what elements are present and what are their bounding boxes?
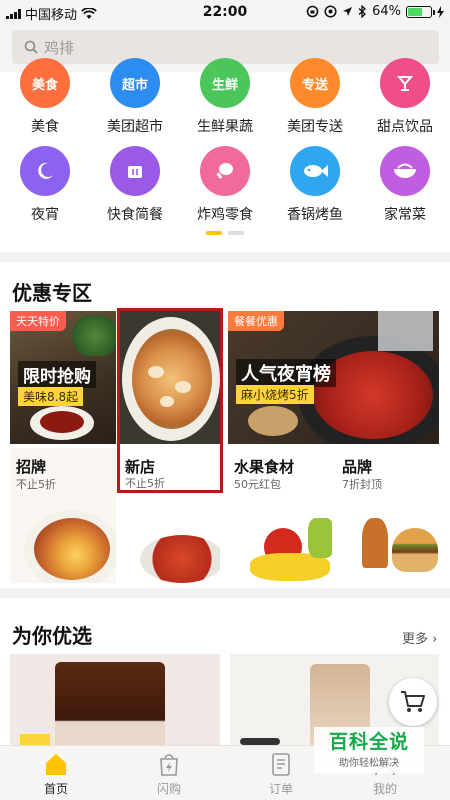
watermark-title: 百科全说 bbox=[328, 731, 409, 753]
signature-sub: 不止5折 bbox=[16, 478, 56, 491]
category-label: 快食简餐 bbox=[107, 207, 163, 223]
highlight-box bbox=[117, 308, 223, 493]
status-bar: 中国移动 22:00 64% bbox=[0, 0, 450, 24]
page-indicator bbox=[206, 231, 244, 235]
category-label: 美团超市 bbox=[107, 119, 163, 135]
category-label: 夜宵 bbox=[31, 207, 59, 223]
fruit-sub: 50元红包 bbox=[234, 478, 281, 491]
charging-icon bbox=[437, 5, 444, 18]
nav-label: 首页 bbox=[43, 782, 68, 796]
yellow-tag bbox=[20, 734, 50, 745]
nav-home[interactable]: 首页 bbox=[11, 752, 101, 797]
location-arrow-icon bbox=[343, 7, 353, 16]
nav-label: 闪购 bbox=[156, 782, 181, 796]
category-label: 甜点饮品 bbox=[377, 119, 433, 135]
side-dish-image bbox=[248, 406, 298, 436]
category-fish[interactable]: 香锅烤鱼 bbox=[270, 146, 360, 224]
food-icon: 美食 bbox=[20, 58, 70, 108]
greens-image bbox=[70, 316, 116, 356]
chevron-right-icon: › bbox=[432, 632, 438, 647]
search-icon bbox=[24, 40, 38, 54]
fast-food-icon bbox=[110, 146, 160, 196]
battery-icon bbox=[406, 5, 435, 18]
category-food[interactable]: 美食 美食 bbox=[0, 58, 90, 136]
flash-sale-headline: 限时抢购 bbox=[18, 361, 96, 388]
section-divider bbox=[0, 252, 450, 262]
category-dessert-drink[interactable]: 甜点饮品 bbox=[360, 58, 450, 136]
logo-strip bbox=[240, 738, 280, 745]
recommend-section-title: 为你优选 bbox=[12, 624, 92, 648]
brand-sub: 7折封顶 bbox=[342, 478, 382, 491]
nav-orders[interactable]: 订单 bbox=[236, 752, 326, 797]
category-fresh-produce[interactable]: 生鲜 生鲜果蔬 bbox=[180, 58, 270, 136]
nav-label: 我的 bbox=[372, 782, 397, 796]
tag-meal-discount: 餐餐优惠 bbox=[228, 311, 284, 331]
category-label: 美食 bbox=[31, 119, 59, 135]
promo-tile-night-ranking[interactable]: 餐餐优惠 人气夜宵榜 麻小烧烤5折 bbox=[228, 311, 439, 444]
napkin-image bbox=[378, 311, 433, 351]
dessert-drink-icon bbox=[380, 58, 430, 108]
flash-sale-sub: 美味8.8起 bbox=[18, 387, 84, 406]
category-label: 香锅烤鱼 bbox=[287, 207, 343, 223]
section-divider bbox=[0, 588, 450, 598]
burger-image bbox=[392, 528, 438, 572]
fish-icon bbox=[290, 146, 340, 196]
promo-tile-dish-image[interactable] bbox=[120, 495, 220, 583]
promo-tile-flash-sale[interactable]: 天天特价 限时抢购 美味8.8起 bbox=[10, 311, 116, 444]
category-label: 美团专送 bbox=[287, 119, 343, 135]
category-home-cooking[interactable]: 家常菜 bbox=[360, 146, 450, 224]
lock-rotation-icon bbox=[306, 5, 319, 18]
home-icon bbox=[46, 754, 66, 775]
search-placeholder: 鸡排 bbox=[44, 38, 75, 57]
supermarket-icon: 超市 bbox=[110, 58, 160, 108]
status-right: 64% bbox=[306, 4, 444, 19]
flash-bag-icon bbox=[160, 754, 178, 776]
promo-tile-brand[interactable]: 品牌 7折封顶 bbox=[336, 448, 439, 583]
delivery-icon: 专送 bbox=[290, 58, 340, 108]
night-ranking-headline: 人气夜宵榜 bbox=[236, 359, 336, 387]
greens-image bbox=[308, 518, 332, 558]
category-label: 炸鸡零食 bbox=[197, 207, 253, 223]
page-dot bbox=[228, 231, 244, 235]
sauce-image bbox=[40, 411, 84, 433]
moon-icon bbox=[20, 146, 70, 196]
bluetooth-icon bbox=[358, 5, 367, 18]
grass-jelly-image bbox=[55, 662, 165, 745]
cart-icon bbox=[401, 691, 425, 712]
ramen-image bbox=[34, 518, 110, 580]
chicken-leg-icon bbox=[200, 146, 250, 196]
battery-percent: 64% bbox=[372, 4, 401, 19]
promo-tile-signature[interactable]: 招牌 不止5折 bbox=[10, 448, 116, 583]
category-late-night[interactable]: 夜宵 bbox=[0, 146, 90, 224]
nav-flash-buy[interactable]: 闪购 bbox=[124, 752, 214, 797]
category-supermarket[interactable]: 超市 美团超市 bbox=[90, 58, 180, 136]
promo-section-title: 优惠专区 bbox=[12, 281, 92, 305]
promo-tile-fruit[interactable]: 水果食材 50元红包 bbox=[228, 448, 332, 583]
pizza-slice-image bbox=[362, 518, 388, 568]
at-icon bbox=[324, 5, 337, 18]
watermark-subtitle: 助你轻松解决 bbox=[339, 758, 399, 769]
brand-title: 品牌 bbox=[342, 458, 373, 476]
category-fast-food[interactable]: 快食简餐 bbox=[90, 146, 180, 224]
signature-title: 招牌 bbox=[16, 458, 47, 476]
spicy-dish-image bbox=[140, 535, 220, 583]
watermark: 百科全说 助你轻松解决 bbox=[314, 727, 424, 773]
tag-daily-special: 天天特价 bbox=[10, 311, 66, 331]
cart-button[interactable] bbox=[389, 678, 437, 726]
nav-label: 订单 bbox=[268, 782, 293, 796]
more-label: 更多 bbox=[402, 632, 429, 647]
category-delivery[interactable]: 专送 美团专送 bbox=[270, 58, 360, 136]
category-label: 生鲜果蔬 bbox=[197, 119, 253, 135]
recommend-card-jelly[interactable] bbox=[10, 654, 220, 745]
more-link[interactable]: 更多 › bbox=[402, 628, 437, 647]
page-dot-active bbox=[206, 231, 222, 235]
bowl-icon bbox=[380, 146, 430, 196]
category-fried-chicken[interactable]: 炸鸡零食 bbox=[180, 146, 270, 224]
order-icon bbox=[272, 753, 290, 776]
fruit-title: 水果食材 bbox=[234, 458, 295, 476]
fresh-produce-icon: 生鲜 bbox=[200, 58, 250, 108]
night-ranking-sub: 麻小烧烤5折 bbox=[236, 385, 314, 404]
category-label: 家常菜 bbox=[384, 207, 426, 223]
